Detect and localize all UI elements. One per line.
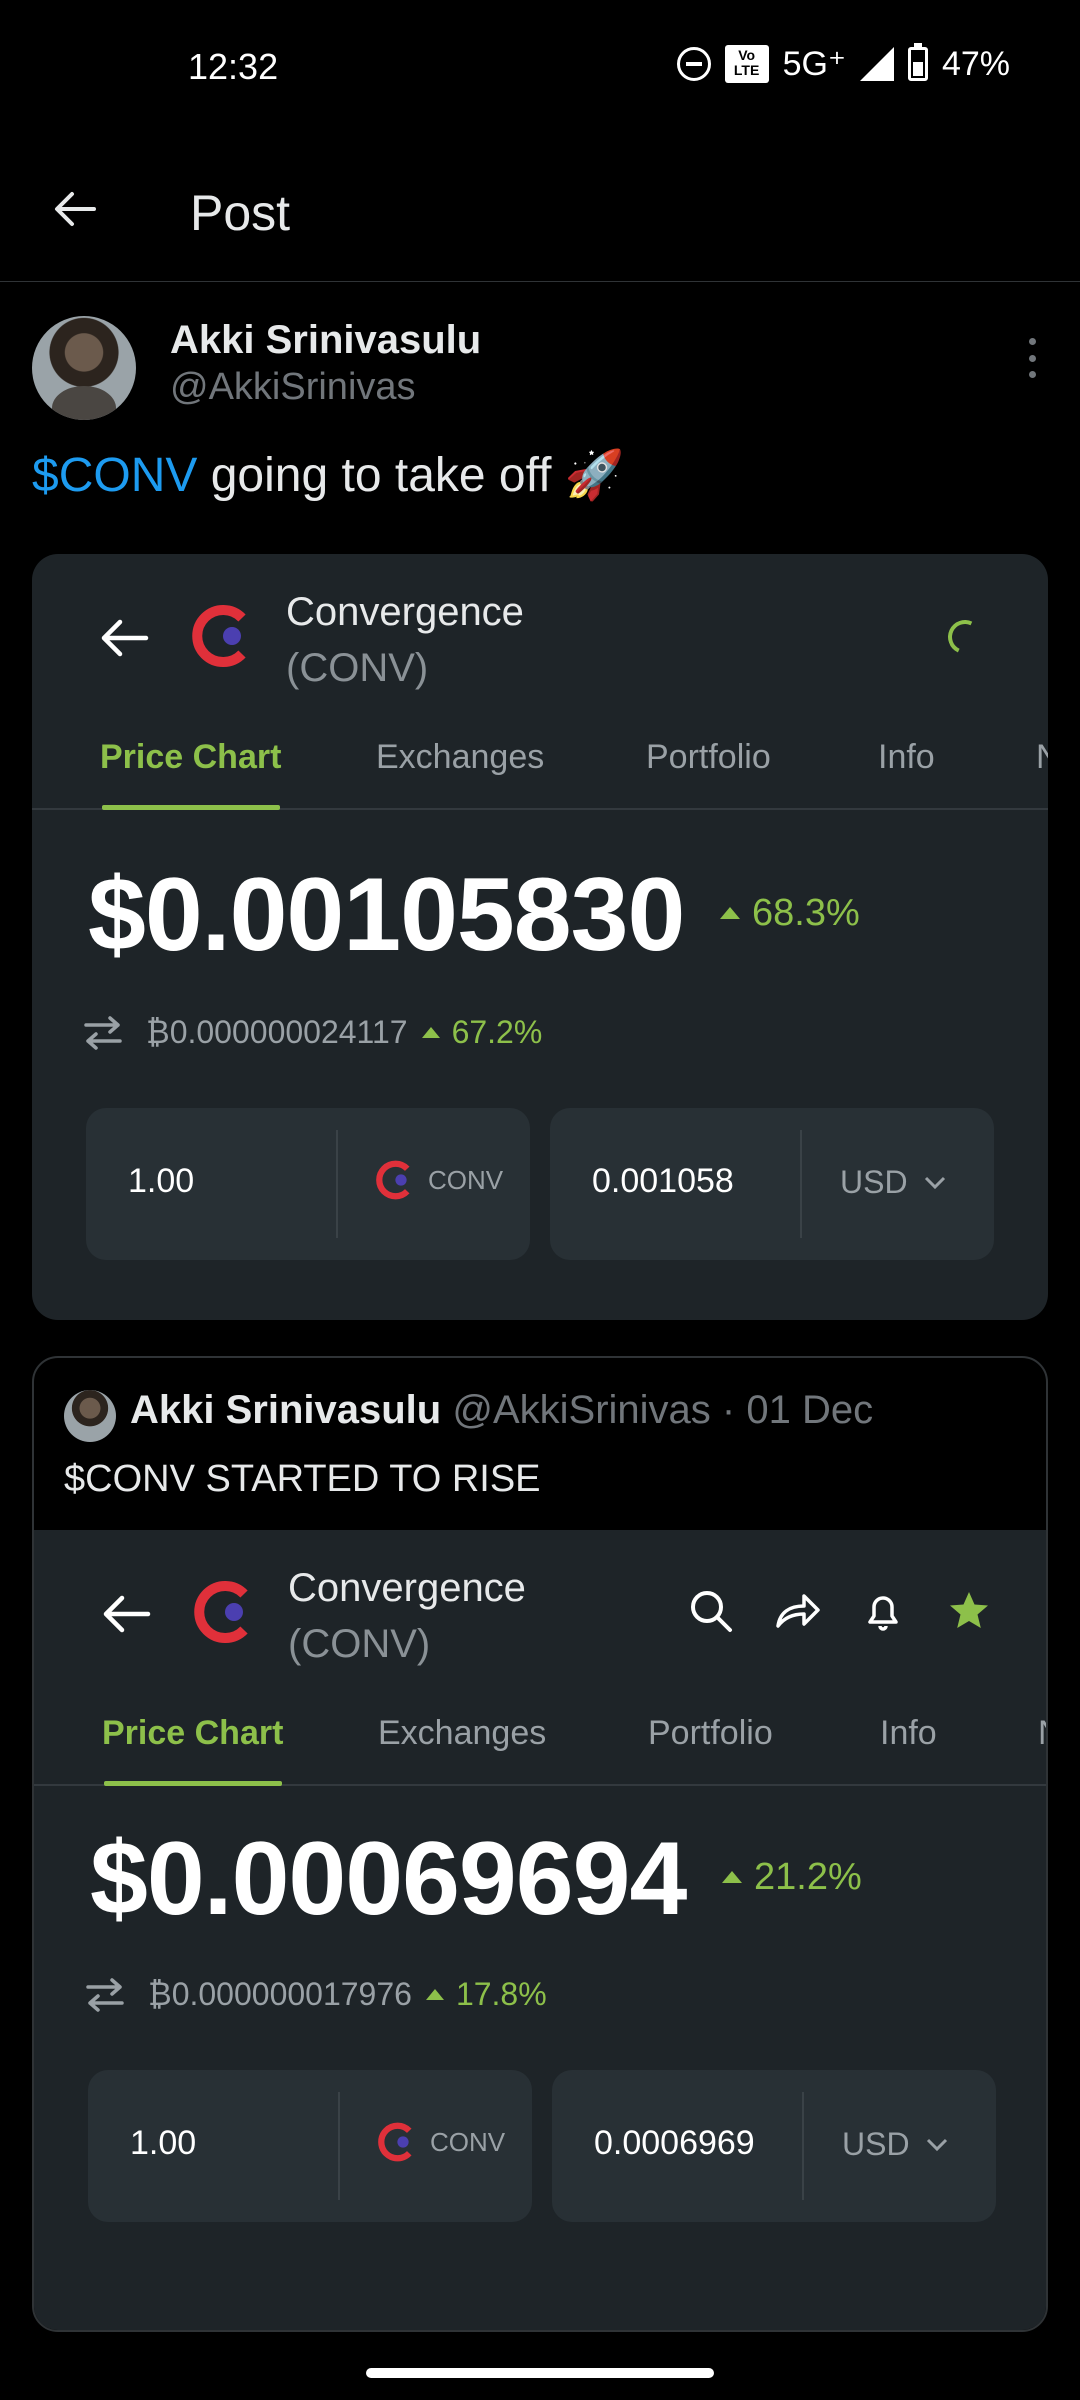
btc-price: ₿0.000000024117 — [146, 1014, 408, 1050]
tab-exchanges: Exchanges — [376, 738, 545, 776]
bell-icon — [868, 1596, 898, 1631]
converted-value: 0.001058 — [592, 1162, 734, 1200]
coin-actions — [688, 1588, 992, 1634]
amount-input-box: 1.00 CONV — [86, 1108, 530, 1260]
top-app-bar: Post — [0, 140, 1080, 282]
post-body: going to take off 🚀 — [197, 449, 625, 502]
coin-name: Convergence — [286, 590, 524, 634]
battery-icon — [907, 43, 928, 81]
tab-portfolio: Portfolio — [648, 1714, 773, 1752]
status-bar: 12:32 Vo LTE 5G⁺ 47% — [0, 0, 1080, 140]
btc-price-row: ₿0.000000024117 67.2% — [82, 1014, 542, 1051]
coin-price: $0.00069694 — [90, 1821, 687, 1937]
amount-value: 1.00 — [130, 2124, 197, 2162]
quoted-post-image: Convergence (CONV) Price Chart Exchanges… — [34, 1530, 1046, 2330]
cashtag-link[interactable]: $CONV — [32, 449, 197, 502]
tab-info: Info — [880, 1714, 937, 1752]
quoted-post-header: Akki Srinivasulu @AkkiSrinivas · 01 Dec … — [34, 1358, 1046, 1530]
converted-value-box: 0.0006969 USD — [552, 2070, 996, 2222]
back-arrow-icon — [101, 619, 149, 657]
battery-percent: 47% — [941, 44, 1010, 83]
currency-select: USD — [842, 2126, 948, 2163]
coin-symbol: (CONV) — [286, 646, 429, 690]
tab-portfolio: Portfolio — [646, 738, 771, 776]
post-text: $CONV going to take off 🚀 — [32, 446, 625, 503]
back-arrow-icon[interactable] — [50, 184, 100, 234]
price-change: 21.2% — [722, 1856, 862, 1899]
convergence-logo-icon — [378, 2122, 412, 2162]
amount-unit: CONV — [376, 1160, 503, 1200]
avatar — [64, 1390, 116, 1442]
convergence-logo-icon — [194, 1581, 248, 1643]
network-type: 5G⁺ — [782, 45, 846, 83]
btc-price-row: ₿0.000000017976 17.8% — [84, 1976, 547, 2013]
status-time: 12:32 — [188, 46, 279, 87]
tab-info: Info — [878, 738, 935, 776]
tab-more: N — [1036, 738, 1048, 777]
convergence-logo-icon — [376, 1160, 410, 1200]
signal-icon — [859, 47, 894, 81]
quoted-author-meta: @AkkiSrinivas · 01 Dec — [441, 1388, 874, 1432]
convergence-logo-icon — [192, 605, 246, 667]
post-image[interactable]: Convergence (CONV) Price Chart Exchanges… — [32, 554, 1048, 1320]
price-change: 68.3% — [720, 892, 860, 935]
more-options-icon[interactable] — [1024, 338, 1040, 378]
converted-value: 0.0006969 — [594, 2124, 755, 2162]
coin-price: $0.00105830 — [88, 857, 685, 973]
tab-indicator — [104, 1781, 282, 1786]
tab-indicator — [102, 805, 280, 810]
author-handle[interactable]: @AkkiSrinivas — [170, 366, 416, 409]
quoted-author-line: Akki Srinivasulu @AkkiSrinivas · 01 Dec — [130, 1388, 873, 1433]
coin-name: Convergence — [288, 1566, 526, 1610]
tab-price-chart: Price Chart — [100, 738, 282, 776]
coin-header: Convergence (CONV) Price Chart Exchanges… — [32, 554, 1048, 810]
currency-select: USD — [840, 1164, 946, 1201]
quoted-author-name: Akki Srinivasulu — [130, 1388, 442, 1432]
btc-price: ₿0.000000017976 — [148, 1976, 412, 2012]
star-icon — [950, 1592, 988, 1628]
tab-bar: Price Chart Exchanges Portfolio Info N — [34, 1704, 1046, 1786]
tab-bar: Price Chart Exchanges Portfolio Info N — [32, 728, 1048, 810]
swap-icon — [84, 1015, 122, 1050]
chevron-down-icon — [924, 1176, 945, 1189]
avatar[interactable] — [32, 316, 136, 420]
author-name[interactable]: Akki Srinivasulu — [170, 318, 481, 363]
back-arrow-icon — [103, 1595, 151, 1633]
tab-more: N — [1038, 1714, 1046, 1753]
do-not-disturb-icon — [676, 47, 711, 81]
coin-symbol: (CONV) — [288, 1622, 431, 1666]
converted-value-box: 0.001058 USD — [550, 1108, 994, 1260]
loading-spinner-icon — [943, 615, 987, 659]
quoted-post[interactable]: Akki Srinivasulu @AkkiSrinivas · 01 Dec … — [32, 1356, 1048, 2332]
btc-change: 17.8% — [426, 1976, 547, 2013]
coin-title: Convergence (CONV) — [286, 584, 524, 696]
chevron-down-icon — [926, 2138, 947, 2151]
page-title: Post — [190, 185, 291, 241]
btc-change: 67.2% — [422, 1014, 543, 1051]
tab-price-chart: Price Chart — [102, 1714, 284, 1752]
share-icon — [776, 1594, 820, 1628]
amount-value: 1.00 — [128, 1162, 195, 1200]
search-icon — [691, 1591, 732, 1632]
volte-icon: Vo LTE — [724, 45, 769, 83]
swap-icon — [86, 1977, 124, 2012]
quoted-post-text: $CONV STARTED TO RISE — [64, 1458, 541, 1500]
coin-title: Convergence (CONV) — [288, 1560, 526, 1672]
home-indicator[interactable] — [366, 2368, 714, 2378]
tab-exchanges: Exchanges — [378, 1714, 547, 1752]
status-icons: Vo LTE 5G⁺ 47% — [676, 43, 1010, 84]
amount-input-box: 1.00 CONV — [88, 2070, 532, 2222]
amount-unit: CONV — [378, 2122, 505, 2162]
